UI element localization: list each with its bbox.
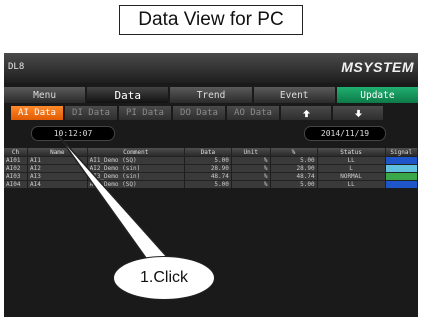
click-callout: 1.Click bbox=[113, 256, 215, 300]
